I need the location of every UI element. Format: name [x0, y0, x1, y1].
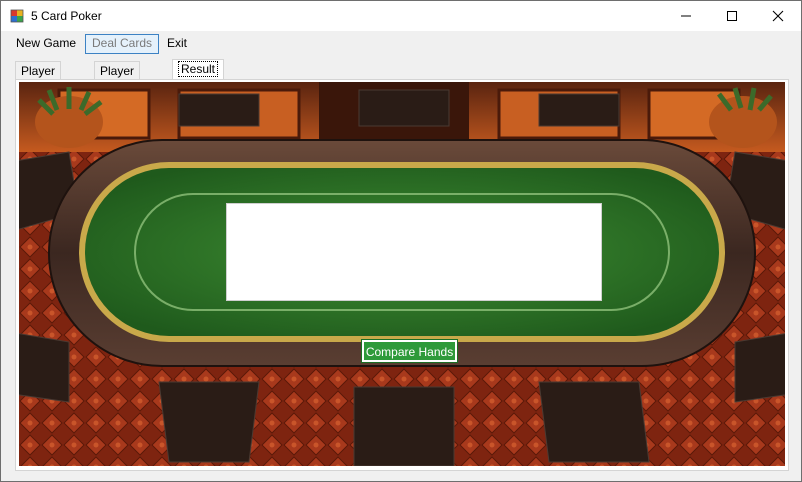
- app-window: 5 Card Poker New Game Deal Cards Exit Pl…: [0, 0, 802, 482]
- compare-hands-button[interactable]: Compare Hands: [361, 339, 458, 363]
- tab-player-2-hand[interactable]: Player 2 Hand: [94, 61, 141, 114]
- tab-result[interactable]: Result: [172, 59, 225, 80]
- window-title: 5 Card Poker: [31, 9, 102, 23]
- title-bar: 5 Card Poker: [1, 1, 801, 31]
- poker-table-background: Compare Hands: [19, 82, 785, 466]
- minimize-button[interactable]: [663, 1, 709, 31]
- close-button[interactable]: [755, 1, 801, 31]
- maximize-button[interactable]: [709, 1, 755, 31]
- close-icon: [772, 10, 784, 22]
- menu-bar: New Game Deal Cards Exit: [1, 31, 801, 55]
- result-tab-page: Compare Hands: [15, 79, 789, 471]
- menu-deal-cards[interactable]: Deal Cards: [85, 34, 160, 54]
- app-cards-icon: [10, 9, 24, 23]
- tab-label: Result: [178, 61, 219, 77]
- minimize-icon: [681, 15, 691, 17]
- menu-new-game[interactable]: New Game: [10, 34, 82, 52]
- tab-player-1-hand[interactable]: Player 1 Hand: [15, 61, 62, 114]
- result-display: [226, 203, 602, 301]
- menu-exit[interactable]: Exit: [161, 34, 193, 52]
- maximize-icon: [727, 11, 737, 21]
